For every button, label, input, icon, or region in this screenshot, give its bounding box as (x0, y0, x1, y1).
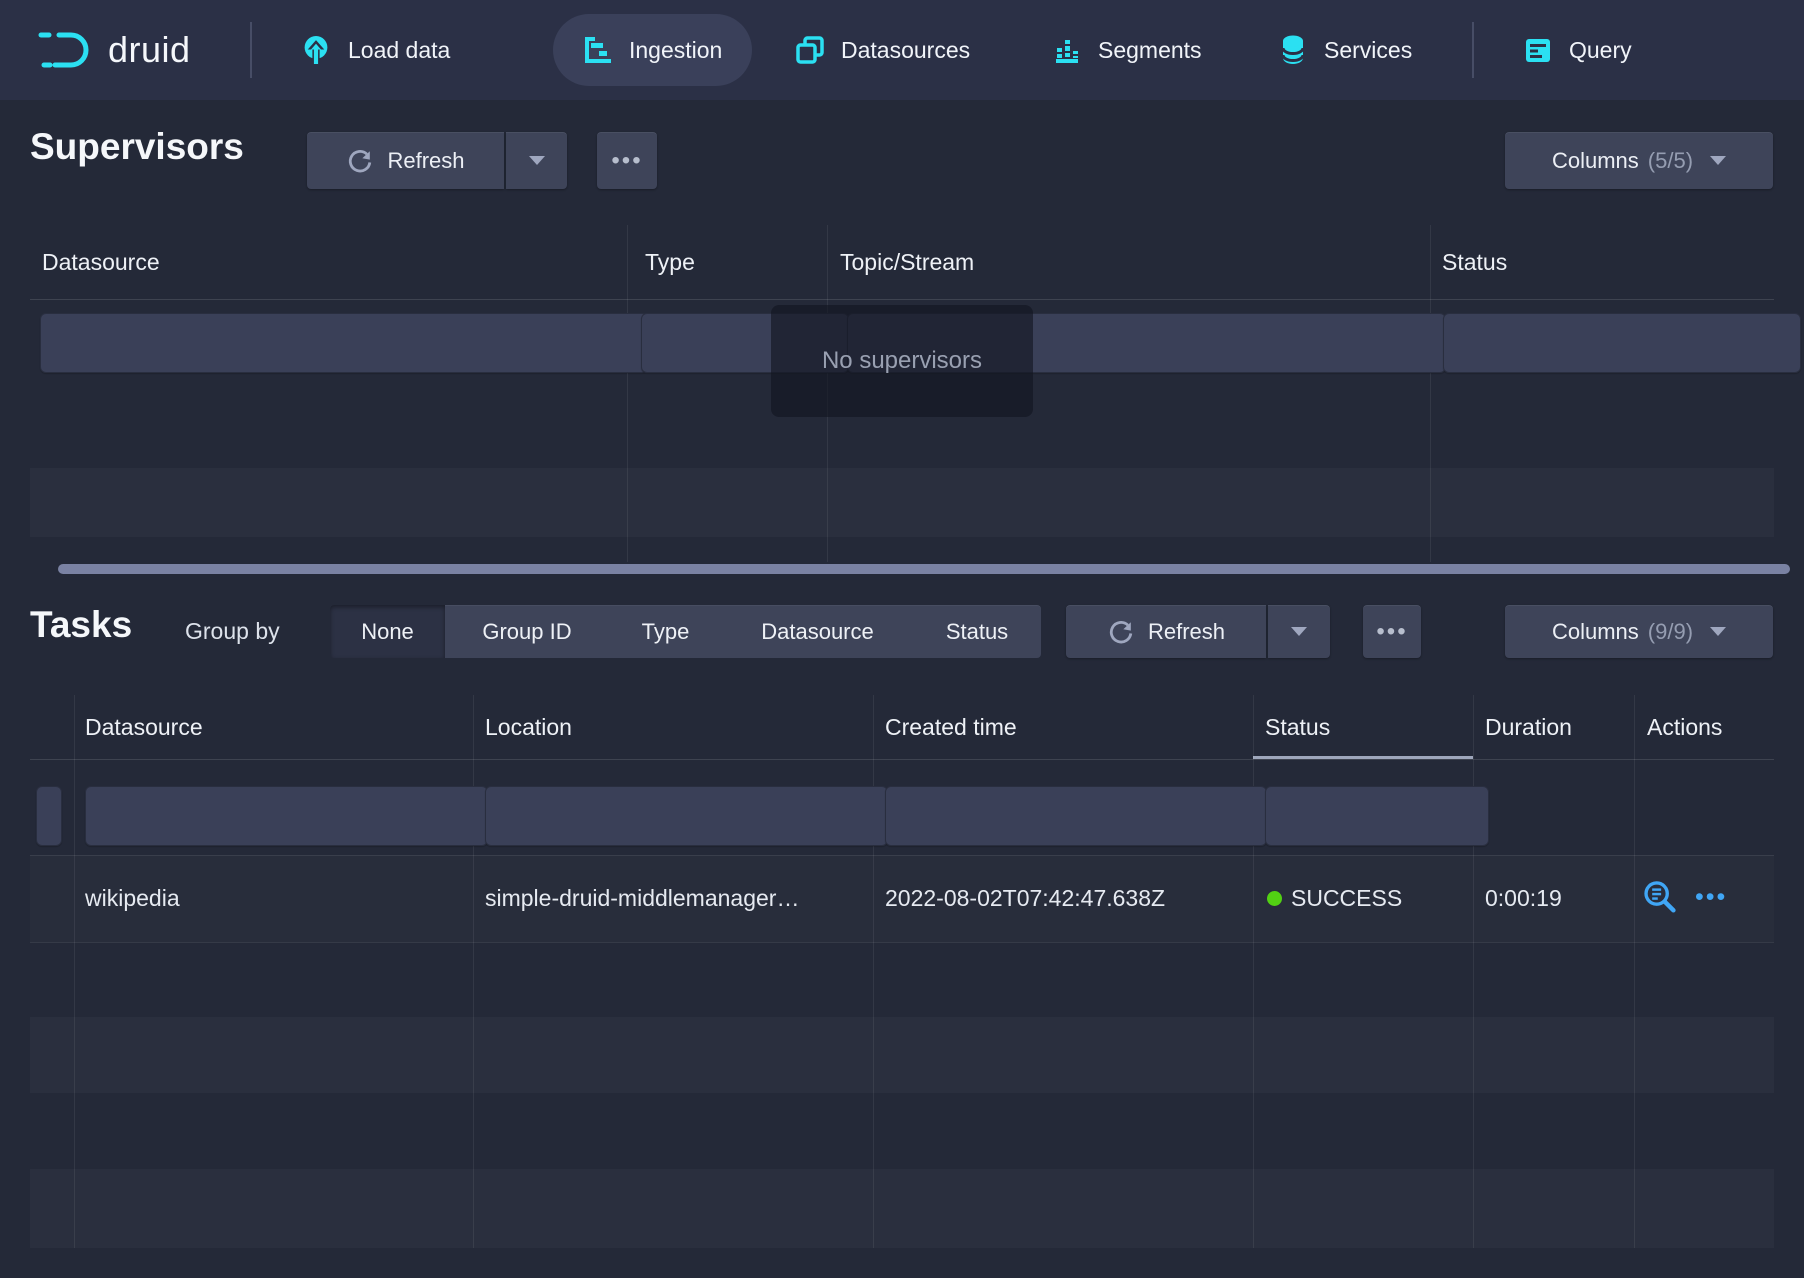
nav-label: Services (1324, 37, 1412, 64)
cell-created-time: 2022-08-02T07:42:47.638Z (885, 855, 1165, 941)
supervisors-refresh-caret-button[interactable] (506, 132, 567, 189)
columns-count: (5/5) (1648, 148, 1693, 174)
status-sort-indicator (1253, 756, 1473, 759)
tasks-col-status[interactable]: Status (1265, 695, 1330, 759)
nav-ingestion[interactable]: Ingestion (553, 14, 752, 86)
tasks-filter-created-time[interactable] (885, 786, 1267, 846)
cell-status: SUCCESS (1267, 855, 1402, 941)
chevron-down-icon (529, 156, 545, 166)
druid-logo-text: druid (108, 29, 191, 71)
supervisors-more-button[interactable]: ••• (597, 132, 657, 189)
supervisors-col-type[interactable]: Type (645, 225, 695, 299)
tasks-col-datasource[interactable]: Datasource (85, 695, 203, 759)
columns-label: Columns (1552, 619, 1639, 645)
supervisors-title: Supervisors (30, 128, 244, 165)
magnifier-log-icon (1641, 879, 1679, 917)
nav-segments[interactable]: Segments (1052, 0, 1202, 100)
nav-datasources[interactable]: Datasources (795, 0, 970, 100)
chevron-down-icon (1710, 627, 1726, 637)
group-by-group-id-button[interactable]: Group ID (445, 605, 610, 658)
column-divider (1253, 695, 1254, 1248)
tasks-filter-status[interactable] (1265, 786, 1489, 846)
empty-row-stripe (30, 1169, 1774, 1248)
stacked-bars-icon (1052, 35, 1082, 65)
tasks-title: Tasks (30, 606, 132, 643)
nav-label: Ingestion (629, 37, 722, 64)
column-divider (1473, 695, 1474, 1248)
supervisors-refresh-button[interactable]: Refresh (307, 132, 504, 189)
task-actions-more-button[interactable]: ••• (1695, 885, 1727, 910)
tasks-filter-first-column[interactable] (36, 786, 62, 846)
no-supervisors-message: No supervisors (771, 305, 1033, 417)
tasks-filter-datasource[interactable] (85, 786, 488, 846)
group-by-none-button[interactable]: None (330, 605, 446, 658)
tasks-refresh-button[interactable]: Refresh (1066, 605, 1266, 658)
empty-row-stripe (30, 1017, 1774, 1093)
tasks-refresh-caret-button[interactable] (1268, 605, 1330, 658)
cell-location: simple-druid-middlemanager… (485, 855, 799, 941)
column-divider (1634, 695, 1635, 1248)
nav-label: Datasources (841, 37, 970, 64)
database-icon (1278, 34, 1308, 66)
columns-label: Columns (1552, 148, 1639, 174)
group-by-label: Group by (185, 605, 280, 658)
supervisors-columns-button[interactable]: Columns (5/5) (1505, 132, 1773, 189)
nav-divider (250, 22, 252, 78)
task-inspect-button[interactable] (1641, 879, 1679, 917)
status-badge: SUCCESS (1291, 885, 1402, 911)
header-divider (30, 759, 1774, 760)
nav-divider (1472, 22, 1474, 78)
nav-label: Query (1569, 37, 1632, 64)
success-status-dot-icon (1267, 891, 1282, 906)
nav-query[interactable]: Query (1523, 0, 1632, 100)
empty-row-stripe (30, 468, 1774, 537)
tasks-col-duration[interactable]: Duration (1485, 695, 1572, 759)
console-icon (1523, 35, 1553, 65)
refresh-icon (346, 147, 374, 175)
nav-label: Segments (1098, 37, 1202, 64)
group-by-datasource-button[interactable]: Datasource (722, 605, 914, 658)
column-divider (74, 695, 75, 1248)
tasks-columns-button[interactable]: Columns (9/9) (1505, 605, 1773, 658)
columns-count: (9/9) (1648, 619, 1693, 645)
refresh-label: Refresh (1148, 619, 1225, 645)
cell-datasource[interactable]: wikipedia (85, 855, 180, 941)
column-divider (473, 695, 474, 1248)
header-divider (30, 299, 1774, 300)
more-icon: ••• (611, 149, 642, 173)
druid-logo-icon (38, 27, 96, 73)
supervisors-col-datasource[interactable]: Datasource (42, 225, 160, 299)
upload-icon (300, 35, 332, 65)
group-by-type-button[interactable]: Type (609, 605, 723, 658)
druid-logo[interactable]: druid (38, 0, 191, 100)
chevron-down-icon (1710, 156, 1726, 166)
tasks-col-actions[interactable]: Actions (1647, 695, 1722, 759)
refresh-label: Refresh (387, 148, 464, 174)
chevron-down-icon (1291, 627, 1307, 637)
refresh-icon (1107, 618, 1135, 646)
horizontal-scrollbar[interactable] (58, 564, 1790, 574)
tasks-col-created-time[interactable]: Created time (885, 695, 1017, 759)
tasks-col-location[interactable]: Location (485, 695, 572, 759)
cell-duration: 0:00:19 (1485, 855, 1562, 941)
group-by-status-button[interactable]: Status (913, 605, 1041, 658)
stacked-squares-icon (795, 35, 825, 65)
nav-label: Load data (348, 37, 450, 64)
supervisors-filter-datasource[interactable] (40, 313, 648, 373)
supervisors-col-status[interactable]: Status (1442, 225, 1507, 299)
top-nav: druid Load data Ingestion (0, 0, 1804, 100)
ingestion-chart-icon (583, 35, 613, 65)
tasks-more-button[interactable]: ••• (1363, 605, 1421, 658)
more-icon: ••• (1376, 620, 1407, 644)
nav-load-data[interactable]: Load data (300, 0, 450, 100)
nav-services[interactable]: Services (1278, 0, 1412, 100)
column-divider (873, 695, 874, 1248)
supervisors-col-topic-stream[interactable]: Topic/Stream (840, 225, 974, 299)
tasks-filter-location[interactable] (485, 786, 888, 846)
supervisors-filter-status[interactable] (1443, 313, 1801, 373)
